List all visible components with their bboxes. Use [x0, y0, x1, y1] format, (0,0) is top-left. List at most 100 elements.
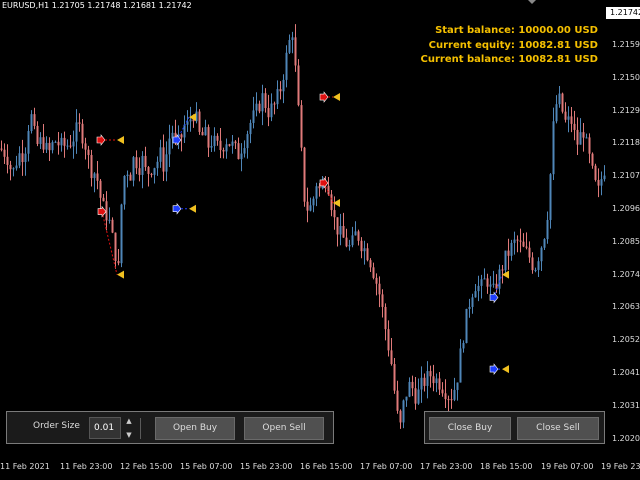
candle-body — [339, 225, 342, 235]
candle-body — [15, 165, 18, 169]
candle-body — [579, 132, 582, 145]
candle-body — [180, 134, 183, 138]
candle-body — [540, 247, 543, 262]
candle-body — [522, 241, 525, 247]
candle-body — [372, 267, 375, 278]
candles-layer — [0, 24, 606, 429]
candle-body — [261, 93, 264, 112]
candle-body — [507, 250, 510, 256]
candle-body — [30, 114, 33, 132]
candle-body — [270, 103, 273, 118]
trade-markers-layer — [96, 91, 509, 375]
candle-body — [216, 135, 219, 141]
candle-body — [519, 240, 522, 242]
candle-body — [81, 123, 84, 144]
candle-body — [123, 175, 126, 205]
order-size-label: Order Size — [33, 421, 80, 431]
candle-body — [411, 381, 414, 389]
candle-body — [219, 140, 222, 151]
chevron-up-icon[interactable]: ▲ — [123, 416, 135, 426]
candle-body — [534, 269, 537, 271]
candle-body — [543, 239, 546, 248]
time-tick-label: 19 Feb 23:00 — [601, 462, 640, 471]
candle-body — [570, 116, 573, 124]
candle-body — [405, 396, 408, 401]
candle-body — [462, 343, 465, 349]
candle-body — [363, 248, 366, 252]
time-tick-label: 11 Feb 2021 — [0, 462, 50, 471]
yellow-triangle-icon — [117, 136, 124, 144]
time-axis: 11 Feb 2021 11 Feb 23:00 12 Feb 15:00 15 Fe… — [0, 458, 640, 480]
candle-body — [438, 378, 441, 390]
candle-body — [90, 155, 93, 179]
yellow-triangle-icon — [189, 204, 196, 213]
candle-body — [600, 179, 603, 186]
candle-body — [78, 122, 81, 124]
candle-body — [549, 174, 552, 220]
candle-body — [279, 89, 282, 92]
chevron-down-icon[interactable]: ▼ — [123, 430, 135, 440]
candle-body — [513, 239, 516, 243]
candle-body — [582, 132, 585, 138]
open-sell-button[interactable]: Open Sell — [244, 417, 324, 440]
start-balance: Start balance: 10000.00 USD — [435, 25, 598, 36]
candle-body — [402, 400, 405, 423]
close-buy-button[interactable]: Close Buy — [429, 417, 511, 440]
candle-body — [453, 389, 456, 400]
candle-body — [489, 284, 492, 287]
candle-body — [57, 141, 60, 146]
candle-body — [564, 111, 567, 120]
candle-body — [75, 122, 78, 142]
candle-body — [333, 210, 336, 218]
candle-body — [525, 246, 528, 248]
candle-body — [228, 144, 231, 146]
candle-body — [54, 141, 57, 143]
open-buy-button[interactable]: Open Buy — [155, 417, 235, 440]
candle-body — [108, 219, 111, 221]
candle-body — [483, 278, 486, 280]
candle-body — [111, 219, 114, 233]
candle-body — [408, 381, 411, 397]
current-price-tag: 1.21742 — [606, 7, 640, 20]
candle-body — [63, 137, 66, 146]
candle-body — [360, 240, 363, 252]
price-chart[interactable] — [0, 0, 640, 480]
candle-body — [423, 377, 426, 386]
candle-body — [558, 93, 561, 105]
candle-body — [432, 376, 435, 384]
candle-body — [510, 242, 513, 256]
candle-body — [27, 131, 30, 154]
candle-body — [585, 137, 588, 139]
time-tick-label: 15 Feb 23:00 — [240, 462, 293, 471]
candle-body — [156, 161, 159, 169]
candle-body — [315, 186, 318, 199]
candle-body — [435, 378, 438, 384]
candle-body — [456, 382, 459, 390]
candle-body — [189, 119, 192, 122]
time-tick-label: 17 Feb 07:00 — [360, 462, 413, 471]
price-tick-label: 1.20630 — [612, 302, 640, 312]
price-tick-label: 1.20850 — [612, 236, 640, 246]
candle-body — [342, 225, 345, 238]
candle-body — [447, 399, 450, 401]
candle-body — [234, 141, 237, 144]
candle-body — [117, 261, 120, 264]
candle-body — [45, 142, 48, 150]
yellow-triangle-icon — [117, 270, 124, 279]
order-size-input[interactable]: 0.01 — [89, 417, 121, 439]
candle-body — [357, 231, 360, 241]
price-tick-label: 1.20310 — [612, 400, 640, 410]
time-tick-label: 16 Feb 15:00 — [300, 462, 353, 471]
candle-body — [6, 156, 9, 165]
close-sell-button[interactable]: Close Sell — [517, 417, 599, 440]
current-equity: Current equity: 10082.81 USD — [428, 39, 598, 51]
candle-body — [87, 149, 90, 156]
candle-body — [93, 173, 96, 179]
candle-body — [531, 257, 534, 271]
candle-body — [72, 141, 75, 147]
candle-body — [312, 198, 315, 206]
candle-body — [387, 329, 390, 351]
candle-body — [285, 52, 288, 80]
candle-body — [9, 164, 12, 170]
candle-body — [147, 167, 150, 174]
